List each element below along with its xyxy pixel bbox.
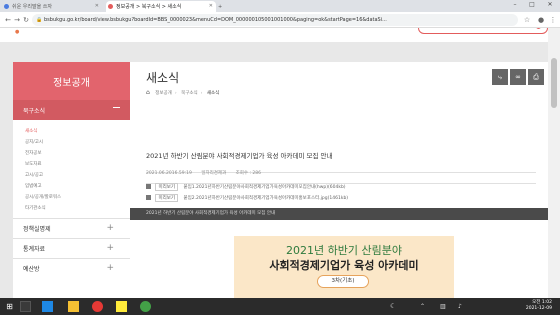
share-icon[interactable]: ⤷ xyxy=(492,69,508,85)
windows-start-icon[interactable]: ⊞ xyxy=(4,301,15,312)
sidebar-section[interactable]: 정책실명제 + xyxy=(13,218,130,238)
breadcrumb-current: 새소식 xyxy=(206,91,220,96)
menu-icon[interactable]: ⋮ xyxy=(548,15,558,25)
close-icon[interactable]: ✕ xyxy=(95,3,99,9)
breadcrumb-item[interactable]: 정보공개 xyxy=(155,91,172,96)
content-caption-bar: 2021년 하반기 산림분야 사회적경제기업가 육성 아카데미 모집 안내 xyxy=(130,208,550,220)
sidebar-item[interactable]: 공지/고시 xyxy=(25,137,130,148)
print-icon[interactable]: ⎙ xyxy=(528,69,544,85)
sidebar-sub-list: 새소식 공지/고시 전자공보 보도자료 고시/공고 입법예고 공시/공개/할로워… xyxy=(13,120,130,218)
network-icon[interactable]: ▥ xyxy=(440,301,451,312)
poster-tag: 3차(기초) xyxy=(317,275,369,288)
preview-button[interactable]: 미리보기 xyxy=(155,194,178,202)
main-content: 새소식 ⌂ 정보공개 › 북구소식 › 새소식 ⤷ ∞ ⎙ 2021년 하반기 산림… xyxy=(130,62,550,298)
account-icon[interactable]: ● xyxy=(536,15,546,25)
link-icon[interactable]: ∞ xyxy=(510,69,526,85)
new-tab-button[interactable]: + xyxy=(218,1,230,12)
tab-1[interactable]: 쉬운 우리말을 쓰자 ✕ xyxy=(2,1,102,12)
taskbar: ⊞ ☾ ⌃ ▥ ♪ 오전 1:02 2021-12-09 xyxy=(0,298,560,315)
minimize-icon[interactable]: – xyxy=(507,1,523,8)
post-meta: 2021.06.2016.59:19 일자리경제과 조회수 : 286 xyxy=(146,170,536,184)
file-icon xyxy=(146,195,151,200)
edge-icon[interactable] xyxy=(42,301,53,312)
poster-image: 2021년 하반기 산림분야 사회적경제기업가 육성 아카데미 3차(기초) xyxy=(234,236,454,298)
sidebar-item[interactable]: 전자공보 xyxy=(25,148,130,159)
tab-strip: 쉬운 우리말을 쓰자 ✕ 정보공개 > 북구소식 > 새소식 ✕ + – □ ✕ xyxy=(0,0,560,12)
tab-2-label: 정보공개 > 북구소식 > 새소식 xyxy=(116,4,182,10)
attachment-row: 미리보기 붙임2.2021년하반기산림분야사회적경제기업가육성아카데미홍보포스터… xyxy=(146,194,348,202)
collapse-icon xyxy=(113,107,120,108)
weather-icon[interactable]: ☾ xyxy=(390,301,401,312)
expand-icon: + xyxy=(106,263,114,273)
kakaotalk-icon[interactable] xyxy=(116,301,127,312)
search-icon[interactable] xyxy=(20,301,31,312)
attachment-link[interactable]: 붙임1.2021년하반기산림분야사회적경제기업가육성아카데미모집안내(hwp)(… xyxy=(183,185,345,190)
taskbar-clock[interactable]: 오전 1:02 2021-12-09 xyxy=(526,300,552,312)
browser-toolbar: ← → ↻ 🔒 bsbukgu.go.kr/board/view.bsbukgu… xyxy=(0,12,560,28)
sidebar-item[interactable]: 보도자료 xyxy=(25,159,130,170)
app-icon[interactable] xyxy=(140,301,151,312)
file-icon xyxy=(146,184,151,189)
site-logo[interactable]: ● xyxy=(15,29,19,35)
sidebar-item[interactable]: 고시/공고 xyxy=(25,170,130,181)
sidebar-item-news[interactable]: 새소식 xyxy=(25,126,130,137)
chrome-icon[interactable] xyxy=(92,301,103,312)
header-search[interactable] xyxy=(418,28,548,34)
reload-icon[interactable]: ↻ xyxy=(21,15,31,25)
attachment-link[interactable]: 붙임2.2021년하반기산림분야사회적경제기업가육성아카데미홍보포스터.jpg(… xyxy=(183,196,348,201)
search-icon xyxy=(536,28,541,29)
page-title: 새소식 xyxy=(146,71,180,85)
sidebar-section-label: 예산방 xyxy=(23,266,40,273)
maximize-icon[interactable]: □ xyxy=(524,1,540,8)
post-views: 조회수 : 286 xyxy=(235,171,261,176)
sidebar-section-label: 북구소식 xyxy=(23,107,46,115)
sidebar: 정보공개 북구소식 새소식 공지/고시 전자공보 보도자료 고시/공고 입법예고… xyxy=(13,62,130,298)
sidebar-item[interactable]: 타기관소식 xyxy=(25,203,130,214)
sidebar-section-active[interactable]: 북구소식 xyxy=(13,100,130,120)
sidebar-section[interactable]: 통계자료 + xyxy=(13,238,130,258)
page-scrollbar[interactable] xyxy=(548,28,560,298)
sidebar-section[interactable]: 예산방 + xyxy=(13,258,130,278)
clock-date: 2021-12-09 xyxy=(525,306,552,311)
volume-icon[interactable]: ♪ xyxy=(458,301,469,312)
system-tray-icon[interactable]: ⌃ xyxy=(420,301,431,312)
expand-icon: + xyxy=(106,243,114,253)
file-explorer-icon[interactable] xyxy=(68,301,79,312)
sidebar-item[interactable]: 입법예고 xyxy=(25,181,130,192)
scrollbar-thumb[interactable] xyxy=(551,58,557,108)
breadcrumb-item[interactable]: 북구소식 xyxy=(181,91,198,96)
sidebar-item[interactable]: 공시/공개/할로워스 xyxy=(25,192,130,203)
breadcrumb: ⌂ 정보공개 › 북구소식 › 새소식 xyxy=(146,89,220,96)
tab-2[interactable]: 정보공개 > 북구소식 > 새소식 ✕ xyxy=(106,1,216,12)
post-date: 2021.06.2016.59:19 xyxy=(146,171,192,176)
expand-icon: + xyxy=(106,223,114,233)
tab-1-label: 쉬운 우리말을 쓰자 xyxy=(12,4,52,10)
site-header: ● xyxy=(0,28,560,42)
close-icon[interactable]: ✕ xyxy=(209,3,213,9)
site-favicon-icon xyxy=(108,4,113,9)
star-icon[interactable]: ☆ xyxy=(522,15,532,25)
preview-button[interactable]: 미리보기 xyxy=(155,183,178,191)
poster-line-2: 사회적경제기업가 육성 아카데미 xyxy=(269,259,419,272)
web-page: ● 정보공개 북구소식 새소식 공지/고시 전자공보 보도자료 고시/공고 입법… xyxy=(0,28,560,298)
url-text: bsbukgu.go.kr/board/view.bsbukgu?boardId… xyxy=(44,17,387,23)
lock-icon: 🔒 xyxy=(36,17,43,23)
sidebar-section-label: 정책실명제 xyxy=(23,226,51,233)
site-favicon-icon xyxy=(4,4,9,9)
post-author: 일자리경제과 xyxy=(201,171,227,176)
sidebar-section-label: 통계자료 xyxy=(23,246,46,253)
home-icon[interactable]: ⌂ xyxy=(146,89,150,96)
address-bar[interactable]: 🔒 bsbukgu.go.kr/board/view.bsbukgu?board… xyxy=(32,14,518,26)
sidebar-title: 정보공개 xyxy=(13,62,130,100)
poster-line-1: 2021년 하반기 산림분야 xyxy=(286,244,402,257)
attachment-row: 미리보기 붙임1.2021년하반기산림분야사회적경제기업가육성아카데미모집안내(… xyxy=(146,183,346,191)
close-window-icon[interactable]: ✕ xyxy=(542,1,558,8)
